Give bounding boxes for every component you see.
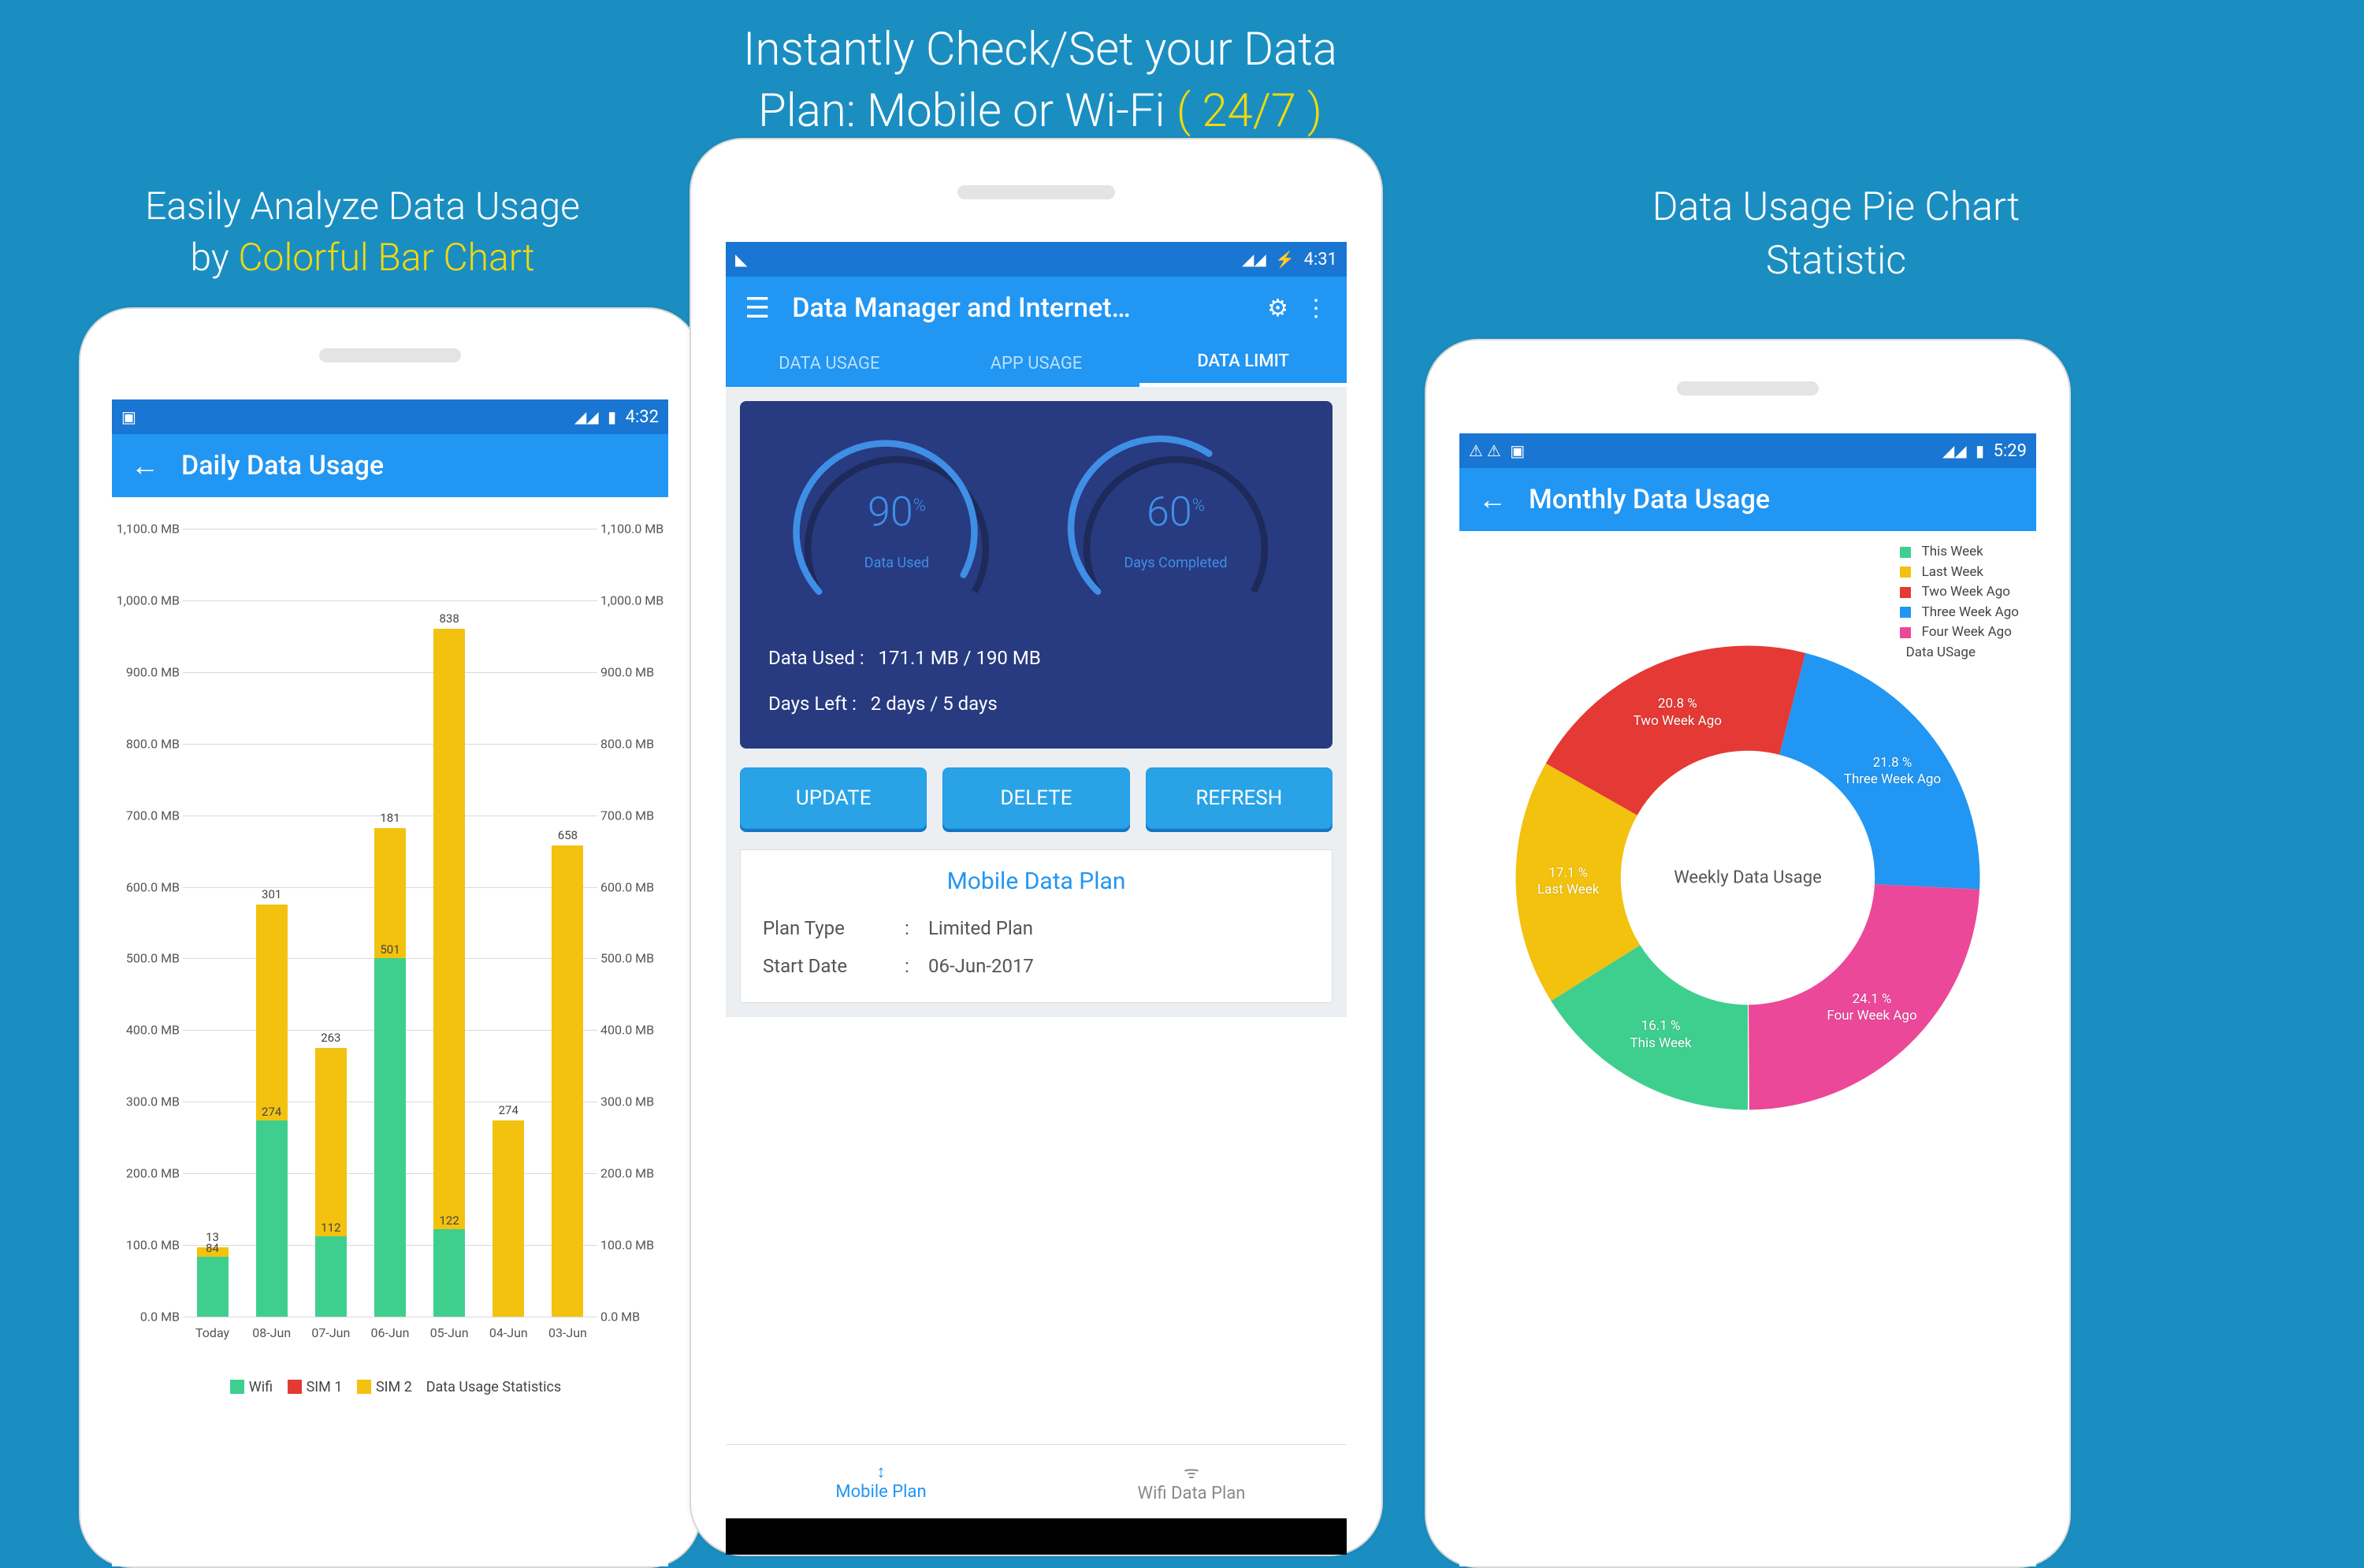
wifi-icon: ᯤ bbox=[1184, 1460, 1199, 1484]
signal-icon: ◢◢ bbox=[1942, 441, 1967, 460]
statusbar: ▣ ◢◢ ▮ 4:32 bbox=[112, 399, 668, 434]
app-title: Data Manager and Internet… bbox=[792, 292, 1251, 324]
phone-left: ▣ ◢◢ ▮ 4:32 ← Daily Data Usage 1384Today… bbox=[79, 307, 701, 1568]
legend-item: Last Week bbox=[1889, 563, 2019, 583]
hamburger-menu-icon[interactable]: ☰ bbox=[745, 292, 770, 325]
appbar: ☰ Data Manager and Internet… ⚙ ⋮ bbox=[726, 277, 1347, 340]
bottom-tab-mobile-plan[interactable]: ↕ Mobile Plan bbox=[726, 1445, 1036, 1518]
image-icon: ▣ bbox=[1510, 441, 1525, 460]
delete-button[interactable]: DELETE bbox=[942, 767, 1129, 829]
caption-right: Data Usage Pie Chart Statistic bbox=[1544, 181, 2128, 288]
legend-swatch-sim2 bbox=[357, 1380, 371, 1394]
statusbar: ⚠ ⚠ ▣ ◢◢ ▮ 5:29 bbox=[1459, 433, 2036, 468]
refresh-button[interactable]: REFRESH bbox=[1146, 767, 1333, 829]
gauge-data-used: 90% Data Used bbox=[782, 425, 1011, 614]
status-time: 4:31 bbox=[1304, 250, 1337, 269]
bottom-tabs: ↕ Mobile Plan ᯤ Wifi Data Plan bbox=[726, 1444, 1347, 1518]
overflow-menu-icon[interactable]: ⋮ bbox=[1304, 295, 1328, 322]
legend-item: This Week bbox=[1889, 542, 2019, 563]
legend-swatch-sim1 bbox=[288, 1380, 302, 1394]
update-button[interactable]: UPDATE bbox=[740, 767, 927, 829]
status-time: 5:29 bbox=[1994, 441, 2027, 461]
bar-column: 83812205-Jun bbox=[420, 529, 479, 1317]
top-tabs: DATA USAGE APP USAGE DATA LIMIT bbox=[726, 340, 1347, 387]
signal-icon: ◢◢ bbox=[574, 407, 599, 426]
caption-left: Easily Analyze Data Usage by Colorful Ba… bbox=[102, 181, 623, 284]
settings-gear-icon[interactable]: ⚙ bbox=[1267, 295, 1288, 322]
bar-column: 65803-Jun bbox=[538, 529, 597, 1317]
signal-icon: ◢◢ bbox=[1242, 250, 1266, 269]
pie-slice-label: 16.1 %This Week bbox=[1630, 1018, 1692, 1052]
bar-column: 18150106-Jun bbox=[360, 529, 419, 1317]
pie-chart: Weekly Data Usage 16.1 %This Week 17.1 %L… bbox=[1504, 634, 1992, 1122]
pie-slice-label: 24.1 %Four Week Ago bbox=[1827, 990, 1916, 1024]
battery-icon: ▮ bbox=[608, 407, 616, 426]
appbar: ← Monthly Data Usage bbox=[1459, 468, 2036, 531]
image-icon: ▣ bbox=[121, 407, 136, 426]
mobile-data-plan-card: Mobile Data Plan Plan Type:Limited Plan … bbox=[740, 849, 1333, 1003]
tab-app-usage[interactable]: APP USAGE bbox=[933, 340, 1140, 387]
phone-right: ⚠ ⚠ ▣ ◢◢ ▮ 5:29 ← Monthly Data Usage Thi… bbox=[1425, 339, 2071, 1568]
bar-chart: 1384Today30127408-Jun26311207-Jun1815010… bbox=[112, 497, 668, 1411]
legend-item: Three Week Ago bbox=[1889, 603, 2019, 623]
legend-item: Two Week Ago bbox=[1889, 582, 2019, 603]
bar-column: 30127408-Jun bbox=[242, 529, 301, 1317]
page-title: Monthly Data Usage bbox=[1529, 484, 2017, 515]
pie-slice-label: 17.1 %Last Week bbox=[1537, 865, 1599, 899]
statusbar: ◣ ◢◢ ⚡ 4:31 bbox=[726, 242, 1347, 277]
tab-data-usage[interactable]: DATA USAGE bbox=[726, 340, 933, 387]
bar-chart-legend: Wifi SIM 1 SIM 2 Data Usage Statistics bbox=[112, 1379, 668, 1395]
gauge-days-completed: 60% Days Completed bbox=[1061, 425, 1290, 614]
battery-charging-icon: ⚡ bbox=[1275, 250, 1295, 269]
caption-center: Instantly Check/Set your Data Plan: Mobi… bbox=[678, 19, 1403, 143]
caption-left-line1: Easily Analyze Data Usage bbox=[102, 181, 623, 232]
page-title: Daily Data Usage bbox=[181, 450, 649, 481]
pie-slice-label: 20.8 %Two Week Ago bbox=[1634, 696, 1722, 730]
bar-column: 27404-Jun bbox=[479, 529, 538, 1317]
android-navbar bbox=[726, 1518, 1347, 1555]
android-icon: ◣ bbox=[735, 250, 747, 269]
warning-icon: ⚠ ⚠ bbox=[1469, 441, 1501, 460]
legend-swatch-wifi bbox=[230, 1380, 244, 1394]
bar-column: 26311207-Jun bbox=[301, 529, 360, 1317]
tab-data-limit[interactable]: DATA LIMIT bbox=[1139, 340, 1347, 387]
pie-slice-label: 21.8 %Three Week Ago bbox=[1844, 755, 1941, 789]
pie-chart-center-label: Weekly Data Usage bbox=[1674, 868, 1822, 888]
back-arrow-icon[interactable]: ← bbox=[131, 449, 159, 482]
bar-column: 1384Today bbox=[183, 529, 242, 1317]
status-time: 4:32 bbox=[626, 407, 659, 427]
phone-speaker bbox=[319, 348, 461, 362]
phone-speaker bbox=[957, 185, 1115, 199]
phone-middle: ◣ ◢◢ ⚡ 4:31 ☰ Data Manager and Internet…… bbox=[690, 138, 1383, 1556]
swap-icon: ↕ bbox=[877, 1462, 886, 1482]
gauge-card: 90% Data Used 60% Days Completed Data Us… bbox=[740, 401, 1333, 749]
bottom-tab-wifi-plan[interactable]: ᯤ Wifi Data Plan bbox=[1036, 1445, 1347, 1518]
phone-speaker bbox=[1677, 381, 1819, 396]
back-arrow-icon[interactable]: ← bbox=[1478, 483, 1507, 516]
usage-info: Data Used : 171.1 MB / 190 MB Days Left … bbox=[757, 633, 1315, 730]
plan-card-title: Mobile Data Plan bbox=[763, 868, 1310, 895]
battery-icon: ▮ bbox=[1976, 441, 1984, 460]
appbar: ← Daily Data Usage bbox=[112, 434, 668, 497]
